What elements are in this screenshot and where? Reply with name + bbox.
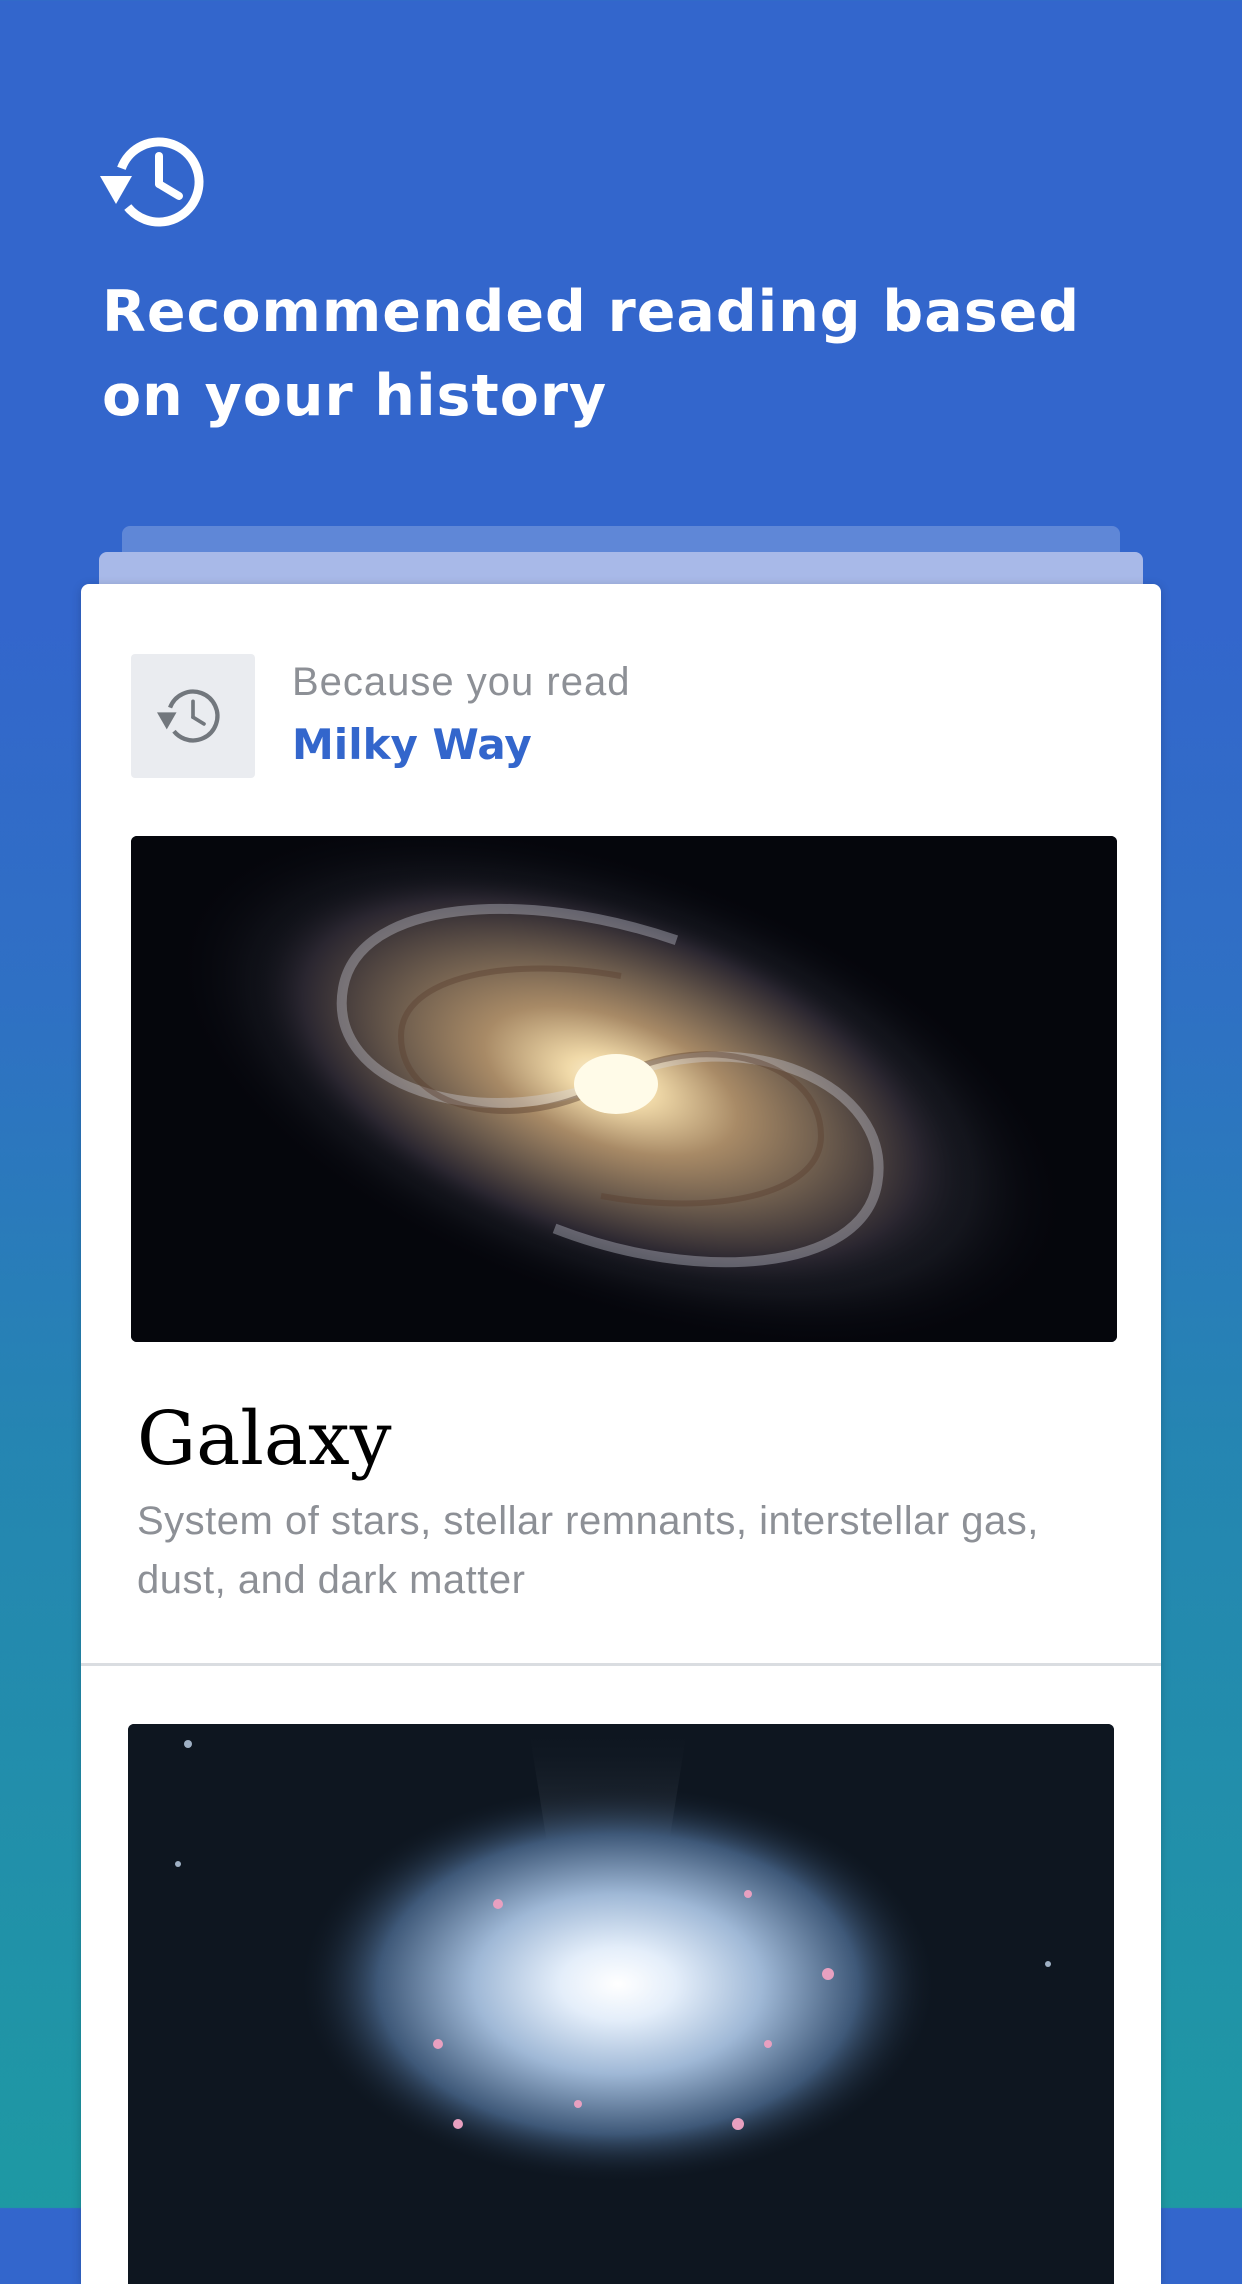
article-image[interactable] [131,836,1117,1342]
page-title: Recommended reading based on your histor… [102,279,1081,429]
divider [81,1663,1161,1666]
source-thumbnail [131,654,255,778]
galaxy-formation-image [128,1724,1114,2284]
spiral-galaxy-image [131,836,1117,1342]
article-description: System of stars, stellar remnants, inter… [137,1499,1039,1602]
source-article-link[interactable]: Milky Way [292,720,532,770]
recommendation-card[interactable]: Because you read Milky Way Galaxy System… [81,584,1161,2284]
because-you-read-label: Because you read [292,660,631,704]
article-title[interactable]: Galaxy [137,1394,392,1484]
article-image[interactable] [128,1724,1114,2284]
history-icon [100,137,204,227]
history-icon [157,689,220,743]
